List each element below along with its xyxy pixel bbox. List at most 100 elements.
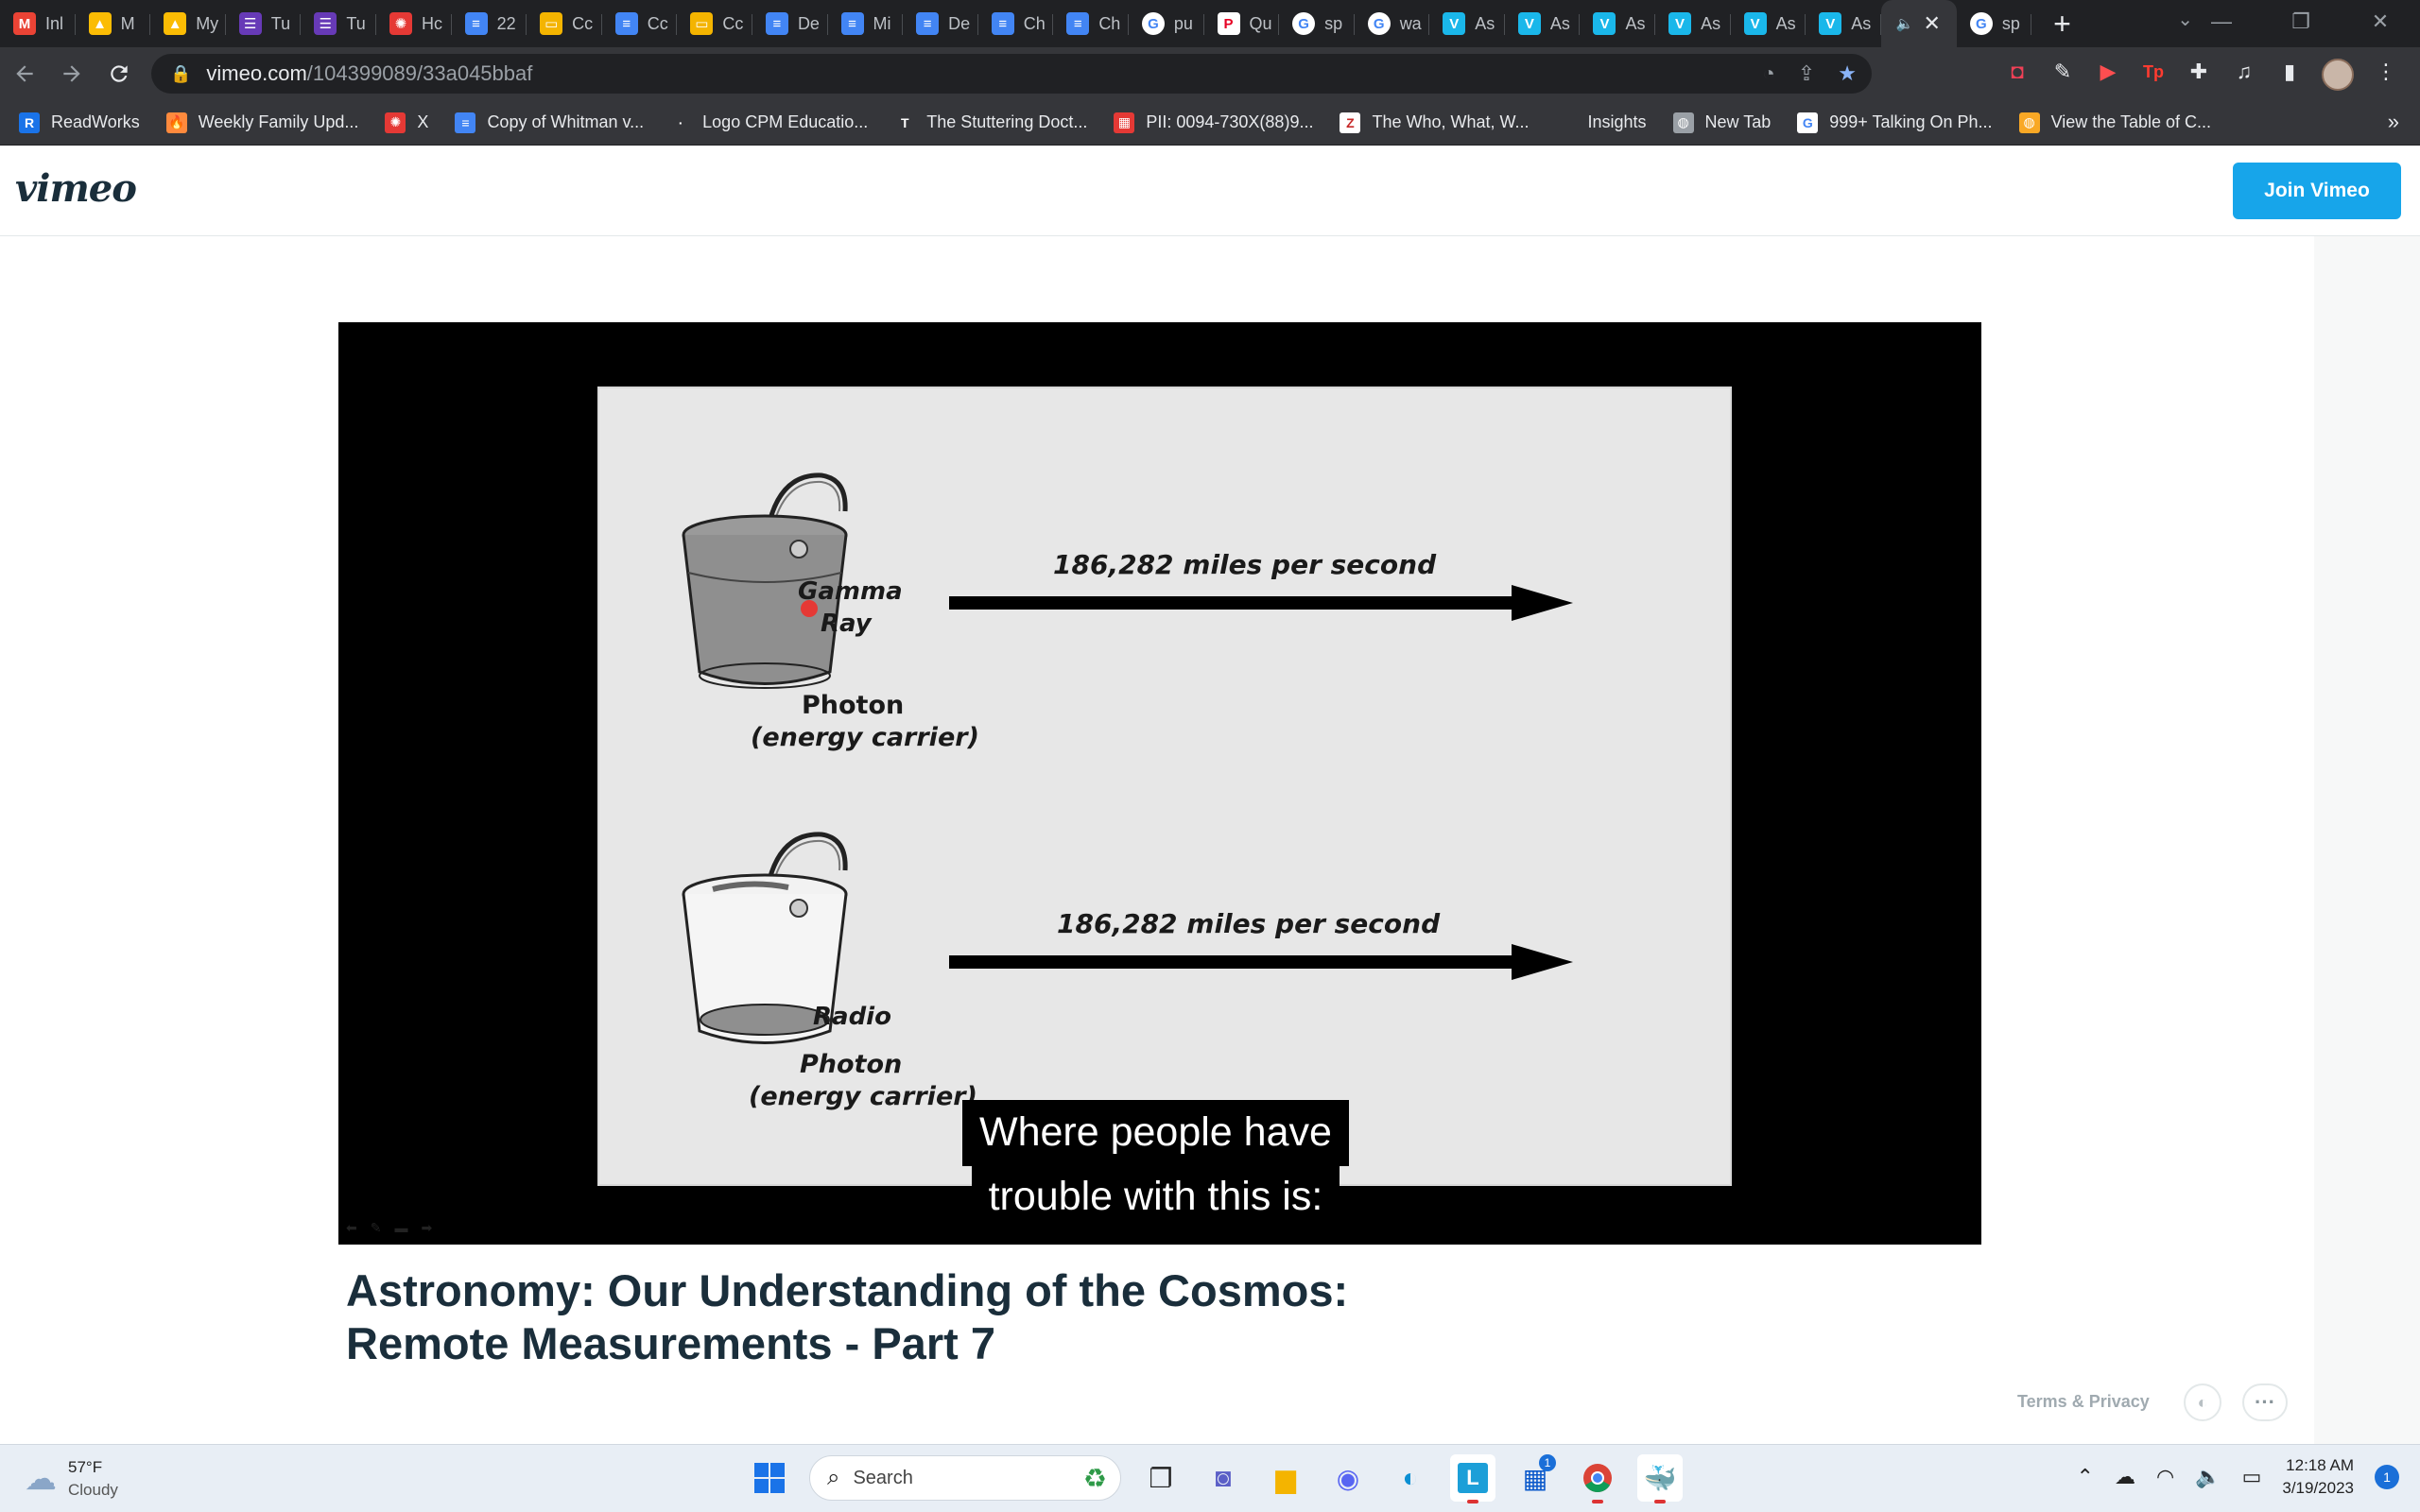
bookmark-item[interactable]: ▦ PII: 0094-730X(88)9... xyxy=(1114,112,1313,133)
task-view-icon[interactable]: ❐ xyxy=(1138,1454,1184,1502)
lock-icon[interactable]: 🔒 xyxy=(170,64,191,84)
bookmark-label: Logo CPM Educatio... xyxy=(702,112,869,131)
tab-item[interactable]: V As xyxy=(1429,0,1505,47)
terms-privacy-link[interactable]: Terms & Privacy xyxy=(2017,1392,2150,1412)
tab-item[interactable]: ▭ Cc xyxy=(527,0,602,47)
cloud-icon: ☁ xyxy=(25,1461,57,1497)
tp-extension-icon[interactable]: Tp xyxy=(2140,59,2167,85)
google-icon: G xyxy=(1367,12,1391,35)
battery-icon[interactable]: ▭ xyxy=(2242,1465,2262,1489)
tab-item[interactable]: ≡ De xyxy=(752,0,828,47)
tab-item[interactable]: ≡ De xyxy=(903,0,978,47)
back-button[interactable] xyxy=(2,51,47,96)
audio-icon[interactable]: 🔈 xyxy=(1896,15,1914,32)
tab-item[interactable]: ▲ M xyxy=(76,0,151,47)
tab-item[interactable]: ≡ Mi xyxy=(828,0,904,47)
discord-icon[interactable]: ◉ xyxy=(1325,1454,1371,1502)
prev-arrow-icon[interactable]: ⬅ xyxy=(346,1220,357,1236)
wifi-icon[interactable]: ◠ xyxy=(2156,1465,2174,1489)
bookmark-item[interactable]: Insights xyxy=(1555,112,1647,133)
teams-chat-icon[interactable]: ◙ xyxy=(1201,1454,1246,1502)
chevron-up-icon[interactable]: ⌃ xyxy=(2077,1465,2094,1489)
docs-icon: ≡ xyxy=(614,12,638,35)
tab-item[interactable]: V As xyxy=(1655,0,1731,47)
side-panel-icon[interactable]: ▮ xyxy=(2276,59,2303,85)
weather-widget[interactable]: ☁ 57°F Cloudy xyxy=(25,1456,118,1502)
pocket-icon[interactable]: ◘ xyxy=(2004,59,2031,85)
bookmark-item[interactable]: ✺ X xyxy=(385,112,428,133)
screencastify-icon[interactable]: ▶ xyxy=(2095,59,2121,85)
performance-icon[interactable]: ◔ xyxy=(1763,61,1775,86)
reload-button[interactable] xyxy=(96,51,142,96)
tab-item[interactable]: V As xyxy=(1580,0,1655,47)
store-icon[interactable]: ▦ 1 xyxy=(1512,1454,1558,1502)
bookmark-item[interactable]: G 999+ Talking On Ph... xyxy=(1797,112,1993,133)
close-tab-icon[interactable]: ✕ xyxy=(1924,11,1941,36)
bookmark-item[interactable]: Z The Who, What, W... xyxy=(1340,112,1530,133)
pen-icon[interactable]: ✎ xyxy=(371,1220,382,1236)
tab-item[interactable]: Gsp xyxy=(1279,0,1355,47)
tab-item[interactable]: ≡ Ch xyxy=(978,0,1054,47)
kebab-menu-icon[interactable]: ⋮ xyxy=(2373,59,2399,85)
bookmark-item[interactable]: T The Stuttering Doct... xyxy=(894,112,1087,133)
tab-active[interactable]: 🔈 ✕ xyxy=(1880,0,1957,47)
chrome-icon[interactable] xyxy=(1575,1454,1620,1503)
reader-icon[interactable]: ✎ xyxy=(2049,59,2076,85)
clock[interactable]: 12:18 AM 3/19/2023 xyxy=(2282,1454,2354,1500)
maximize-icon[interactable]: ❐ xyxy=(2261,0,2341,43)
tab-item[interactable]: ☰ Tu xyxy=(301,0,376,47)
l-app-icon[interactable]: L xyxy=(1450,1454,1495,1503)
puzzle-extensions-icon[interactable]: ✚ xyxy=(2186,59,2212,85)
minimize-icon[interactable]: — xyxy=(2182,0,2261,43)
tab-item[interactable]: ≡ Cc xyxy=(602,0,678,47)
tab-item[interactable]: V As xyxy=(1806,0,1881,47)
tab-item[interactable]: ✺ Hc xyxy=(376,0,452,47)
docker-icon[interactable]: 🐳 xyxy=(1637,1454,1683,1503)
bookmark-item[interactable]: ◍ View the Table of C... xyxy=(2018,112,2211,133)
tab-item[interactable]: ≡ 22 xyxy=(452,0,527,47)
url-path: /104399089/33a045bbaf xyxy=(306,61,533,85)
close-window-icon[interactable]: ✕ xyxy=(2341,0,2420,43)
forward-button[interactable] xyxy=(49,51,95,96)
file-explorer-icon[interactable]: ▆ xyxy=(1263,1454,1308,1502)
profile-avatar[interactable] xyxy=(2322,59,2354,91)
bookmark-item[interactable]: ≡ Copy of Whitman v... xyxy=(455,112,644,133)
volume-icon[interactable]: 🔈 xyxy=(2195,1465,2221,1489)
new-tab-button[interactable]: + xyxy=(2031,0,2092,47)
tab-last[interactable]: G sp xyxy=(1957,0,2032,47)
bookmarks-overflow-icon[interactable]: » xyxy=(2388,110,2399,134)
tab-item[interactable]: ☰ Tu xyxy=(226,0,302,47)
vimeo-logo[interactable]: vimeo xyxy=(15,166,137,211)
taskbar-search[interactable]: ⌕ Search ♻ xyxy=(809,1455,1121,1501)
bookmark-item[interactable]: 🔥 Weekly Family Upd... xyxy=(165,112,358,133)
tab-item[interactable]: ▲ My xyxy=(150,0,226,47)
tab-item[interactable]: P Qu xyxy=(1204,0,1280,47)
blank-icon xyxy=(1555,112,1577,133)
media-control-icon[interactable]: ♫ xyxy=(2231,59,2257,85)
edge-icon[interactable]: ◐ xyxy=(1388,1454,1433,1502)
tab-label: As xyxy=(1851,13,1872,33)
notification-badge[interactable]: 1 xyxy=(2375,1465,2399,1489)
start-button[interactable] xyxy=(747,1454,792,1502)
next-arrow-icon[interactable]: ➡ xyxy=(421,1220,432,1236)
docs-icon: ≡ xyxy=(455,112,476,133)
screen-icon[interactable]: ▬ xyxy=(394,1220,407,1236)
tab-item[interactable]: V As xyxy=(1731,0,1806,47)
tab-item[interactable]: V As xyxy=(1505,0,1581,47)
theme-toggle-icon[interactable]: ◐ xyxy=(2184,1383,2221,1421)
share-icon[interactable]: ⇪ xyxy=(1798,61,1815,86)
tab-item[interactable]: Gpu xyxy=(1129,0,1204,47)
bookmark-star-icon[interactable]: ★ xyxy=(1838,61,1857,86)
tab-item[interactable]: ▭ Cc xyxy=(677,0,752,47)
tab-item[interactable]: ≡ Ch xyxy=(1053,0,1129,47)
bookmark-item[interactable]: ◍ New Tab xyxy=(1672,112,1771,133)
join-vimeo-button[interactable]: Join Vimeo xyxy=(2233,163,2401,219)
tab-item[interactable]: Gwa xyxy=(1355,0,1430,47)
address-bar[interactable]: 🔒 vimeo.com/104399089/33a045bbaf ◔ ⇪ ★ xyxy=(151,54,1872,94)
more-options-button[interactable]: ··· xyxy=(2242,1383,2288,1421)
bookmark-item[interactable]: · Logo CPM Educatio... xyxy=(670,112,868,133)
onedrive-icon[interactable]: ☁ xyxy=(2115,1465,2135,1489)
video-player[interactable]: 186,282 miles per second Gamma Ray Photo… xyxy=(338,322,1981,1245)
bookmark-item[interactable]: R ReadWorks xyxy=(19,112,140,133)
tab-item[interactable]: M Inl xyxy=(0,0,76,47)
